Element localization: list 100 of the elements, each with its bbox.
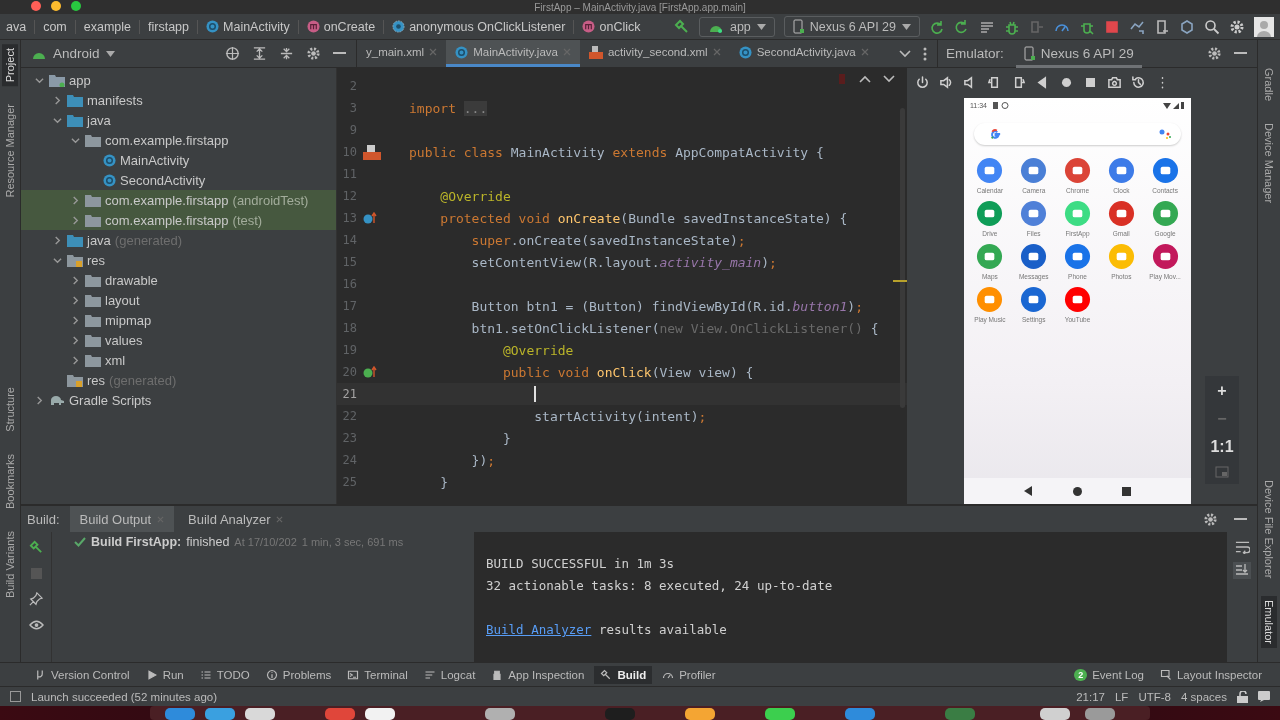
tree-item[interactable]: java	[87, 112, 111, 128]
tree-item[interactable]: manifests	[87, 92, 143, 108]
app-icon[interactable]	[1107, 157, 1135, 184]
dock-drawing[interactable]	[0, 706, 1280, 720]
tree-item[interactable]: java	[87, 232, 111, 248]
app-icon[interactable]	[1107, 200, 1135, 227]
tool-window-tab[interactable]: Structure	[2, 383, 18, 436]
tree-item[interactable]: com.example.firstapp	[105, 212, 229, 228]
settings-icon[interactable]	[1229, 18, 1245, 35]
highlighted-tree-row[interactable]: com.example.firstapp (androidTest)	[21, 190, 336, 210]
app-icon[interactable]	[976, 243, 1004, 270]
tool-window-button[interactable]: Terminal	[341, 665, 414, 684]
overview-icon[interactable]	[1122, 486, 1131, 496]
tool-window-tab[interactable]: Emulator	[1261, 595, 1277, 648]
panel-toggle-icon[interactable]	[10, 691, 21, 702]
zoom-button[interactable]: +	[1217, 382, 1227, 400]
lock-icon[interactable]	[1237, 690, 1248, 703]
highlighted-tree-row[interactable]: com.example.firstapp (test)	[21, 210, 336, 230]
breadcrumb[interactable]: example	[77, 19, 141, 34]
breadcrumb[interactable]: ava	[0, 19, 36, 34]
scroll-to-end-icon[interactable]	[1233, 562, 1251, 579]
build-task-title[interactable]: Build FirstApp:	[91, 535, 182, 549]
home-icon[interactable]	[1059, 75, 1074, 90]
hammer-icon[interactable]	[673, 18, 690, 35]
build-tab[interactable]: Build Output	[69, 506, 175, 532]
tool-window-button[interactable]: App Inspection	[485, 665, 591, 684]
search-icon[interactable]	[1204, 18, 1220, 35]
overview-icon[interactable]	[1083, 75, 1098, 90]
tree-item[interactable]: mipmap	[105, 312, 152, 328]
rerun-icon[interactable]	[929, 18, 945, 35]
back-icon[interactable]	[1024, 486, 1033, 496]
tree-item[interactable]: com.example.firstapp	[105, 132, 229, 148]
device-icon[interactable]	[1154, 18, 1170, 35]
tool-window-tab[interactable]: Resource Manager	[2, 100, 18, 202]
avatar-icon[interactable]	[1254, 16, 1274, 37]
tree-item[interactable]: app	[69, 72, 91, 88]
chevron-down-icon[interactable]	[883, 75, 895, 83]
layout-inspector-button[interactable]: Layout Inspector	[1153, 665, 1268, 684]
minimize-icon[interactable]	[1234, 52, 1247, 55]
app-icon[interactable]	[1151, 200, 1179, 227]
app-icon[interactable]	[976, 200, 1004, 227]
expand-all-icon[interactable]	[252, 46, 267, 61]
history-icon[interactable]	[1131, 75, 1146, 90]
apply-icon[interactable]	[954, 18, 970, 35]
tool-window-button[interactable]: Version Control	[28, 665, 136, 684]
tree-item[interactable]: drawable	[105, 272, 158, 288]
eye-icon[interactable]	[28, 619, 44, 631]
breadcrumb[interactable]: onClick	[576, 19, 649, 34]
fit-screen-icon[interactable]	[1215, 466, 1229, 478]
scrollbar[interactable]	[900, 108, 905, 408]
view-dropdown[interactable]: Android	[31, 46, 115, 61]
module-dropdown[interactable]: app	[698, 16, 775, 37]
tool-window-tab[interactable]: Gradle	[1261, 64, 1277, 106]
volume-up-icon[interactable]	[939, 75, 954, 90]
editor-tab[interactable]: SecondActivity.java	[729, 40, 878, 67]
chevron-down-icon[interactable]	[899, 49, 911, 58]
status-item[interactable]: LF	[1114, 690, 1129, 703]
locate-icon[interactable]	[225, 46, 240, 61]
tool-window-tab[interactable]: Build Variants	[2, 526, 18, 602]
collapse-all-icon[interactable]	[279, 46, 294, 61]
minimize-icon[interactable]	[1234, 517, 1247, 521]
editor-tab[interactable]: activity_second.xml	[579, 40, 730, 67]
breadcrumb[interactable]: anonymous OnClickListener	[386, 19, 575, 34]
settings-icon[interactable]	[306, 46, 321, 61]
app-icon[interactable]	[1064, 243, 1091, 270]
override-marker-icon[interactable]	[363, 366, 377, 378]
status-item[interactable]: 21:17	[1076, 690, 1105, 703]
app-icon[interactable]	[1064, 286, 1091, 313]
assistant-icon[interactable]	[1159, 129, 1171, 139]
tree-item[interactable]: xml	[105, 352, 126, 368]
app-icon[interactable]	[1064, 157, 1091, 184]
breadcrumb[interactable]: onCreate	[300, 19, 385, 34]
device-dropdown[interactable]: Nexus 6 API 29	[783, 16, 920, 37]
tool-window-button[interactable]: Profiler	[656, 665, 722, 684]
app-icon[interactable]	[1020, 200, 1048, 227]
editor-tab[interactable]: MainActivity.java	[446, 40, 580, 67]
build-tab[interactable]: Build Analyzer	[178, 506, 294, 532]
settings-icon[interactable]	[1207, 46, 1222, 61]
tree-item[interactable]: Gradle Scripts	[69, 392, 152, 408]
build-analyzer-link[interactable]: Build Analyzer	[486, 622, 592, 637]
layout-marker-icon[interactable]	[363, 144, 381, 160]
chevron-up-icon[interactable]	[859, 75, 871, 83]
editor-tab[interactable]: y_main.xml	[357, 40, 447, 67]
tool-window-button[interactable]: Problems	[259, 665, 338, 684]
tree-item[interactable]: com.example.firstapp	[105, 192, 229, 208]
zoom-button[interactable]: 1:1	[1210, 438, 1234, 456]
tree-item[interactable]: res	[87, 372, 106, 388]
app-icon[interactable]	[976, 157, 1004, 184]
tool-window-button[interactable]: Build	[594, 665, 653, 684]
tool-window-button[interactable]: Run	[139, 665, 190, 684]
event-log-button[interactable]: 2 Event Log	[1068, 665, 1150, 684]
tree-item[interactable]: values	[105, 332, 143, 348]
tree-item[interactable]: res	[87, 252, 106, 268]
tree-item[interactable]: MainActivity	[120, 152, 190, 168]
home-icon[interactable]	[1073, 486, 1082, 496]
settings-icon[interactable]	[1203, 511, 1218, 527]
tool-window-button[interactable]: Logcat	[417, 665, 482, 684]
app-icon[interactable]	[1151, 157, 1179, 184]
minimize-icon[interactable]	[333, 52, 346, 55]
tree-item[interactable]: SecondActivity	[120, 172, 206, 188]
